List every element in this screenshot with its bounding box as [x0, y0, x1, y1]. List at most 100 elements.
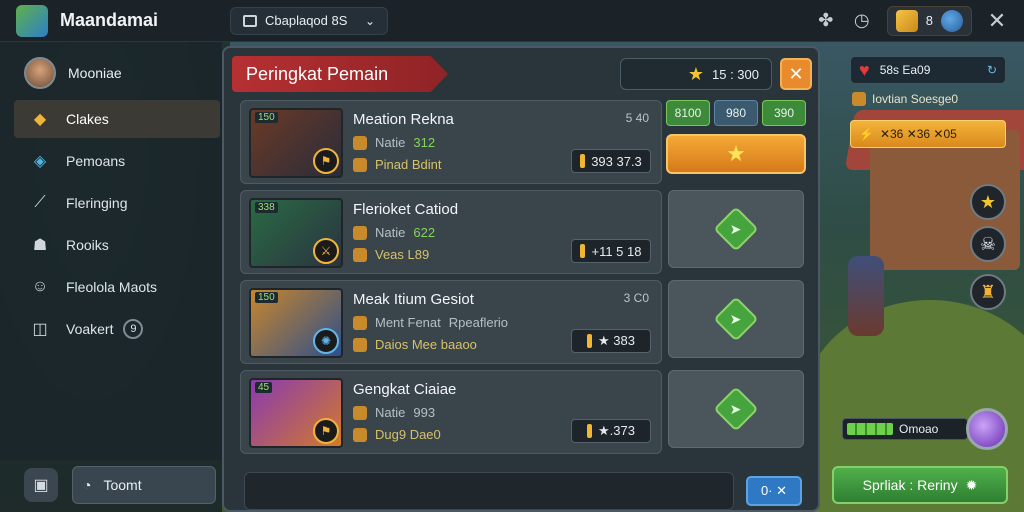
helmet-icon: ☗: [32, 237, 48, 254]
globe-icon: [941, 9, 963, 32]
points-box: 393 37.3: [571, 149, 651, 173]
level-tag: 338: [255, 202, 278, 213]
player-portrait: 150 ⚑: [249, 108, 343, 178]
hero-character[interactable]: [848, 256, 884, 336]
player-name: Meation Rekna: [353, 111, 454, 128]
skull-icon[interactable]: ☠: [970, 226, 1006, 262]
shield-icon: ◈: [33, 153, 47, 170]
challenge-button[interactable]: ➤: [668, 190, 804, 268]
substat-text: Pinad Bdint: [375, 157, 442, 172]
diamond-icon: ◆: [33, 111, 47, 128]
player-substat: Pinad Bdint: [353, 157, 442, 172]
points-box: ★.373: [571, 419, 651, 443]
filter-tabs: 8100 980 390: [666, 100, 806, 126]
clock-icon[interactable]: ◷: [851, 10, 873, 32]
favorite-button[interactable]: ★: [666, 134, 806, 174]
crest-icon[interactable]: ♜: [970, 274, 1006, 310]
action-button[interactable]: Sprliak : Reriny ✹: [832, 466, 1008, 504]
score-box: ★ 15 : 300: [620, 58, 772, 90]
tab-selector[interactable]: Cbaplaqod 8S ⌄: [230, 6, 388, 35]
chevron-down-icon: ⌄: [364, 13, 375, 28]
arrow-diamond-icon: ➤: [713, 386, 759, 432]
panel-title: Peringkat Pemain: [232, 56, 448, 92]
tab-filter-1[interactable]: 8100: [666, 100, 710, 126]
stat-value: Rpeaflerio: [448, 315, 509, 330]
player-list: 150 ⚑ Meation Rekna 5 40 Natie 312 Pinad …: [240, 100, 662, 460]
player-stat: Natie 312: [353, 135, 435, 150]
stat-value: 622: [413, 225, 436, 240]
points-value: ★ 383: [598, 333, 635, 348]
lives-value: 58s Ea09: [879, 63, 931, 77]
bag-icon: ◫: [32, 321, 48, 338]
close-icon[interactable]: ✕: [986, 8, 1008, 33]
gold-cube-icon: [895, 9, 918, 32]
star-icon[interactable]: ★: [970, 184, 1006, 220]
stat-label: Natie: [375, 135, 406, 150]
send-button[interactable]: 0· ✕: [746, 476, 802, 506]
sword-icon: ⟋: [34, 194, 46, 211]
arrow-diamond-icon: ➤: [713, 206, 759, 252]
player-portrait: 338 ⚔: [249, 198, 343, 268]
player-substat: Veas L89: [353, 247, 429, 262]
currency-box[interactable]: 8: [886, 5, 972, 36]
toomt-button[interactable]: ◔ Toomt: [72, 466, 216, 504]
player-stat: Natie 622: [353, 225, 435, 240]
list-item[interactable]: 338 ⚔ Flerioket Catiod Natie 622 Veas L89…: [240, 190, 662, 274]
substat-icon: [353, 247, 367, 262]
chat-input[interactable]: [244, 472, 734, 510]
close-panel-button[interactable]: ✕: [780, 58, 812, 90]
points-value: 393 37.3: [591, 153, 642, 169]
quest-icon: [852, 92, 866, 106]
sidebar-item-clakes[interactable]: ◆ Clakes: [14, 100, 220, 138]
lives-box: ♥ 58s Ea09 ↻: [850, 56, 1006, 84]
challenge-button[interactable]: ➤: [668, 370, 804, 448]
stat-icon: [353, 315, 367, 330]
list-item[interactable]: 150 ⚑ Meation Rekna 5 40 Natie 312 Pinad …: [240, 100, 662, 184]
bolt-icon: ⚡: [859, 127, 874, 141]
substat-text: Dug9 Dae0: [375, 427, 441, 442]
sidebar-item-fleringing[interactable]: ⟋ Fleringing: [14, 184, 220, 222]
emblem-icon: ⚔: [313, 238, 339, 264]
tab-filter-2[interactable]: 980: [714, 100, 758, 126]
avatar[interactable]: [24, 57, 56, 89]
action-column: ➤ ➤ ➤: [668, 190, 804, 460]
sidebar-item-maots[interactable]: ☺ Fleololа Maots: [14, 268, 220, 306]
refresh-icon[interactable]: ↻: [987, 63, 997, 77]
emblem-icon: ✺: [313, 328, 339, 354]
hp-label: Omoao: [899, 422, 939, 436]
sidebar-nav: ◆ Clakes ◈ Pemoans ⟋ Fleringing ☗ Rooiks…: [0, 100, 222, 348]
sidebar-item-label: Clakes: [66, 111, 109, 127]
list-item[interactable]: 150 ✺ Meak Itium Gesiot 3 C0 Ment Fenat R…: [240, 280, 662, 364]
points-value: +11 5 18: [591, 243, 642, 259]
tab-filter-3[interactable]: 390: [762, 100, 806, 126]
right-controls: 8100 980 390 ★: [666, 100, 806, 174]
currency-value: 8: [925, 13, 933, 28]
player-substat: Daios Mee baaoo: [353, 337, 477, 352]
quest-text: Iovtian Soesge0: [872, 92, 959, 106]
player-name: Gengkat Ciaiae: [353, 381, 457, 398]
challenge-button[interactable]: ➤: [668, 280, 804, 358]
sidebar-item-rooiks[interactable]: ☗ Rooiks: [14, 226, 220, 264]
quest-label: Iovtian Soesge0: [852, 92, 958, 106]
player-portrait: 150 ✺: [249, 288, 343, 358]
player-name: Meak Itium Gesiot: [353, 291, 474, 308]
profile[interactable]: Mooniae: [0, 42, 222, 94]
list-item[interactable]: 45 ⚑ Gengkat Ciaiae Natie 993 Dug9 Dae0 ★…: [240, 370, 662, 454]
game-screen: Maandamai Cbaplaqod 8S ⌄ ✤ ◷ 8 ✕ Mooniae…: [0, 0, 1024, 512]
leaderboard-panel: Peringkat Pemain ★ 15 : 300 ✕ 150 ⚑ Meat…: [222, 46, 820, 512]
profile-name: Mooniae: [68, 65, 122, 81]
hp-fill: [847, 423, 893, 435]
inventory-icon[interactable]: ▣: [24, 468, 58, 502]
bonus-bar[interactable]: ⚡ ✕36 ✕36 ✕05: [850, 120, 1006, 148]
tab-selector-label: Cbaplaqod 8S: [265, 13, 348, 28]
points-icon: [580, 154, 586, 168]
sidebar-item-pemoans[interactable]: ◈ Pemoans: [14, 142, 220, 180]
user-icon: ☺: [31, 278, 49, 295]
sidebar-bottom: ▣ ◔ Toomt: [24, 466, 216, 504]
player-stat: Ment Fenat Rpeaflerio: [353, 315, 508, 330]
score-value: 15 : 300: [712, 66, 759, 82]
puzzle-icon[interactable]: ✤: [815, 10, 837, 32]
magic-orb-icon[interactable]: [966, 408, 1008, 450]
sidebar-item-voakert[interactable]: ◫ Voakert 9: [14, 310, 220, 348]
app-title: Maandamai: [60, 10, 159, 30]
